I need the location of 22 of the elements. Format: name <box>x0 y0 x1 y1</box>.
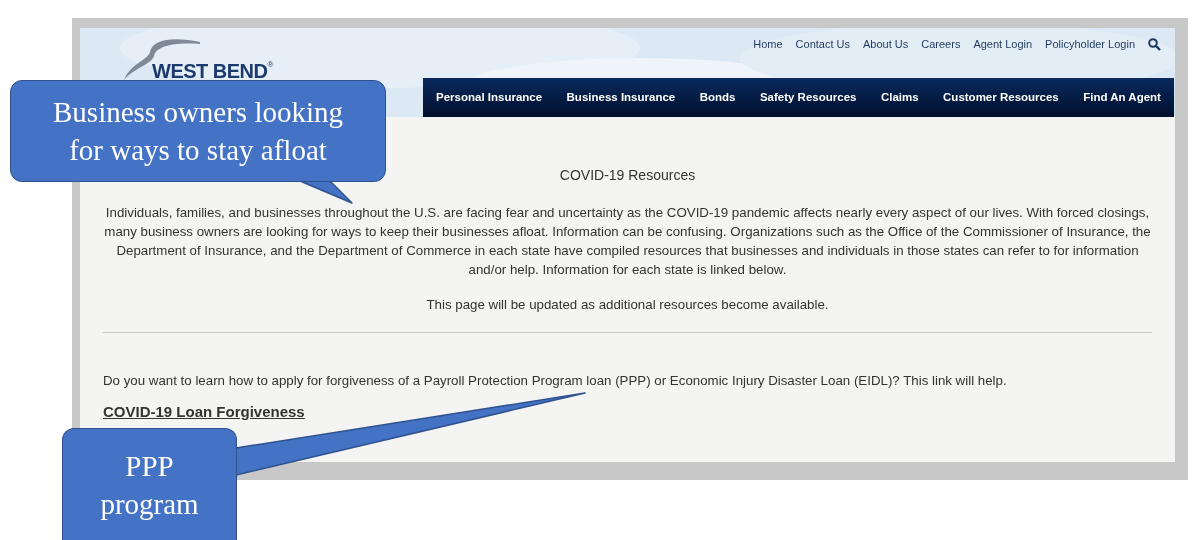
search-icon[interactable] <box>1148 37 1161 51</box>
nav-link[interactable]: Business Insurance <box>566 88 676 107</box>
loan-forgiveness-link[interactable]: COVID-19 Loan Forgiveness <box>103 400 305 424</box>
utility-link[interactable]: Policyholder Login <box>1045 36 1135 53</box>
nav-link[interactable]: Personal Insurance <box>436 88 543 107</box>
intro-paragraph: Individuals, families, and businesses throughout the U.S. are facing fear and uncertainty as the COVID-19 pandemic affects nearly every aspect of our lives. With forced closings, many business owners are looking for ways to keep their businesses afloat. Information can be confusing. Organizations such as the Office of the Commissioner of Insurance, the Department of Insurance, and the Department of Commerce in each state have compiled resources that businesses and individuals in those states can refer to for information and/or help. Information for each state is linked below. <box>103 204 1152 279</box>
nav-link[interactable]: Customer Resources <box>943 88 1059 107</box>
callout: PPP program <box>62 428 237 540</box>
page-title: COVID-19 Resources <box>558 166 697 185</box>
registered-mark: ® <box>267 61 274 69</box>
nav-link[interactable]: Claims <box>880 88 919 107</box>
nav-link[interactable]: Find An Agent <box>1083 88 1161 107</box>
question-text: Do you want to learn how to apply for forgiveness of a Payroll Protection Program loan (PPP) or Economic Injury Disaster Loan (EIDL)? This link will help. <box>103 371 1008 390</box>
utility-link[interactable]: Agent Login <box>973 36 1033 53</box>
utility-link[interactable]: About Us <box>863 36 909 53</box>
nav-link[interactable]: Safety Resources <box>759 88 857 107</box>
nav-link[interactable]: Bonds <box>699 88 736 107</box>
logo-text: WEST BEND <box>152 61 268 81</box>
utility-link[interactable]: Contact Us <box>795 36 850 53</box>
utility-link[interactable]: Careers <box>921 36 961 53</box>
update-note: This page will be updated as additional resources become available. <box>425 296 830 314</box>
utility-link[interactable]: Home <box>753 36 783 53</box>
